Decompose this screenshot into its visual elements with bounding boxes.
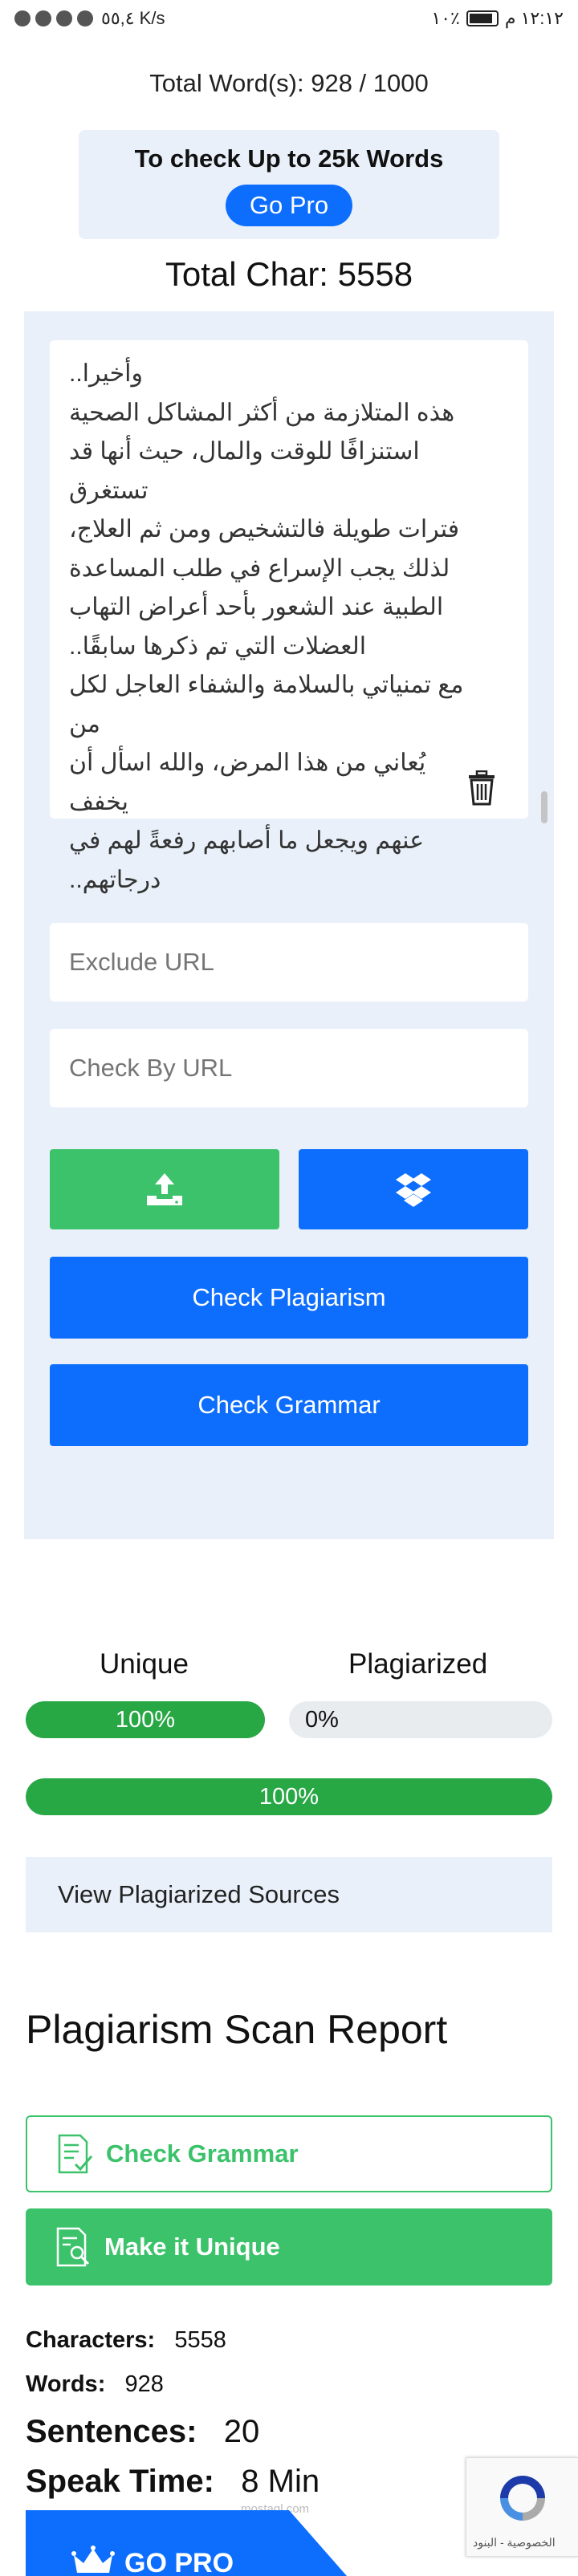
speak-time-value: 8 Min [241,2464,320,2499]
characters-label: Characters: [26,2327,156,2353]
make-unique-label: Make it Unique [104,2233,280,2261]
plagiarized-bar: 0% [289,1701,552,1738]
words-value: 928 [124,2371,164,2397]
view-plagiarized-sources[interactable]: View Plagiarized Sources [26,1857,552,1932]
battery-icon [466,10,499,26]
network-speed: ٥٥,٤ K/s [101,8,165,28]
dropbox-button[interactable] [299,1149,528,1229]
unique-bar: 100% [26,1701,265,1738]
word-count: Total Word(s): 928 / 1000 [149,69,429,97]
pro-promo-box: To check Up to 25k Words Go Pro [79,130,499,239]
check-by-url-input[interactable] [50,1029,528,1107]
report-check-grammar-button[interactable]: Check Grammar [26,2115,552,2192]
overall-progress-fill: 100% [26,1778,552,1815]
document-search-icon [56,2227,90,2267]
unique-value: 100% [115,1706,176,1733]
whatsapp-icon [35,10,51,26]
text-scrollbar[interactable] [541,791,547,823]
upload-file-button[interactable] [50,1149,279,1229]
plagiarized-value: 0% [305,1706,339,1733]
overall-progress-bar: 100% [26,1778,552,1815]
status-left: ٥٥,٤ K/s [14,8,165,29]
trash-icon[interactable] [467,770,496,806]
words-label: Words: [26,2371,106,2397]
unique-label: Unique [100,1648,189,1680]
go-pro-button[interactable]: Go Pro [225,185,353,226]
stat-speak-time: Speak Time: 8 Min [26,2464,320,2500]
stat-words: Words: 928 [26,2371,164,2398]
stat-sentences: Sentences: 20 [26,2414,259,2450]
stat-characters: Characters: 5558 [26,2327,226,2354]
check-plagiarism-button[interactable]: Check Plagiarism [50,1257,528,1339]
editor-panel: وأخيرا.. هذه المتلازمة من أكثر المشاكل ا… [24,311,554,1539]
dropbox-icon [396,1173,431,1207]
app-notification-icon [14,10,31,26]
notification-icons [14,10,93,26]
sentences-label: Sentences: [26,2414,197,2449]
sentences-value: 20 [223,2414,260,2449]
go-pro-banner-label[interactable]: GO PRO [124,2548,234,2576]
report-title: Plagiarism Scan Report [26,2007,448,2052]
upload-icon [147,1173,182,1205]
status-right: ١٢:١٢ م ٪١٠ [431,8,564,29]
plagiarized-label: Plagiarized [348,1648,488,1680]
messenger-icon [56,10,72,26]
check-grammar-button[interactable]: Check Grammar [50,1364,528,1446]
recaptcha-badge[interactable]: الخصوصية - البنود [466,2457,578,2557]
telegram-icon [77,10,93,26]
crown-icon [71,2546,115,2573]
exclude-url-input[interactable] [50,923,528,1002]
overall-value: 100% [258,1783,320,1810]
recaptcha-icon [500,2476,545,2521]
recaptcha-footer[interactable]: الخصوصية - البنود [473,2536,556,2550]
text-input-content[interactable]: وأخيرا.. هذه المتلازمة من أكثر المشاكل ا… [69,355,486,900]
speak-time-label: Speak Time: [26,2464,214,2499]
grammar-check-icon [58,2134,93,2174]
pro-title: To check Up to 25k Words [134,144,444,173]
clock: ١٢:١٢ م [504,8,564,28]
make-unique-button[interactable]: Make it Unique [26,2208,552,2285]
text-input-area[interactable]: وأخيرا.. هذه المتلازمة من أكثر المشاكل ا… [50,340,547,893]
battery-level: ٪١٠ [431,8,460,28]
status-bar: ٥٥,٤ K/s ١٢:١٢ م ٪١٠ [0,0,578,37]
characters-value: 5558 [174,2327,226,2353]
report-check-grammar-label: Check Grammar [106,2139,299,2168]
total-char: Total Char: 5558 [165,255,413,293]
